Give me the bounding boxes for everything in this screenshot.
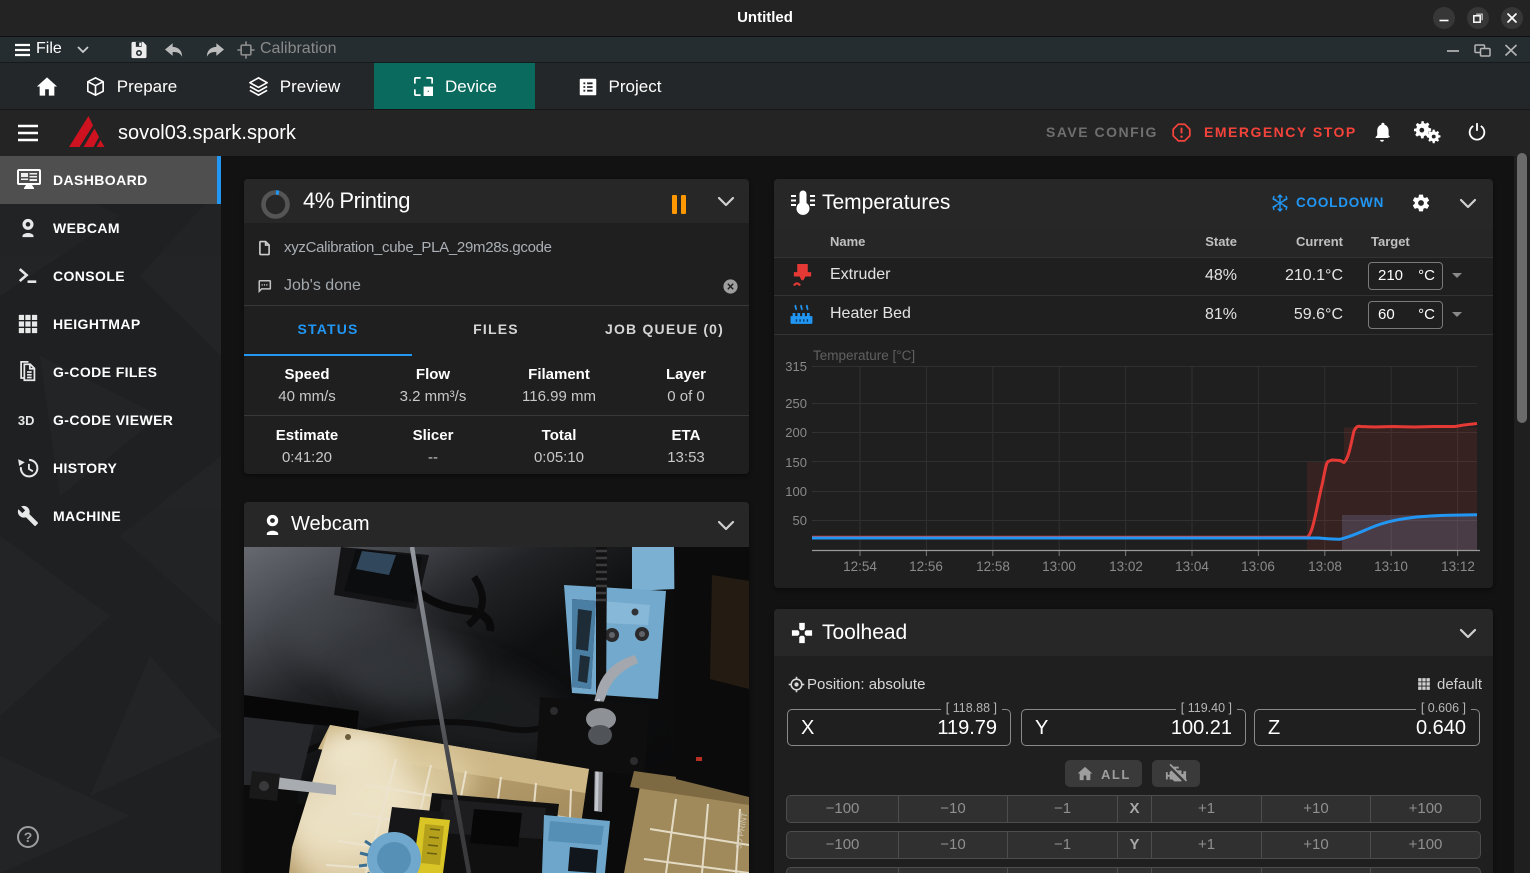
svg-text:13:10: 13:10 <box>1374 559 1408 574</box>
svg-text:12:58: 12:58 <box>976 559 1010 574</box>
svg-text:3D: 3D <box>18 413 35 428</box>
svg-text:13:08: 13:08 <box>1308 559 1342 574</box>
svg-text:Temperature [°C]: Temperature [°C] <box>813 348 915 363</box>
svg-text:50: 50 <box>793 513 807 528</box>
svg-text:250: 250 <box>785 396 807 411</box>
svg-text:13:04: 13:04 <box>1175 559 1209 574</box>
svg-text:13:00: 13:00 <box>1042 559 1076 574</box>
svg-text:150: 150 <box>785 455 807 470</box>
svg-text:100: 100 <box>785 484 807 499</box>
svg-text:12:54: 12:54 <box>843 559 877 574</box>
svg-text:315: 315 <box>785 359 807 374</box>
svg-text:12:56: 12:56 <box>909 559 943 574</box>
svg-text:13:12: 13:12 <box>1441 559 1475 574</box>
svg-text:13:06: 13:06 <box>1241 559 1275 574</box>
svg-text:200: 200 <box>785 425 807 440</box>
svg-text:13:02: 13:02 <box>1109 559 1143 574</box>
